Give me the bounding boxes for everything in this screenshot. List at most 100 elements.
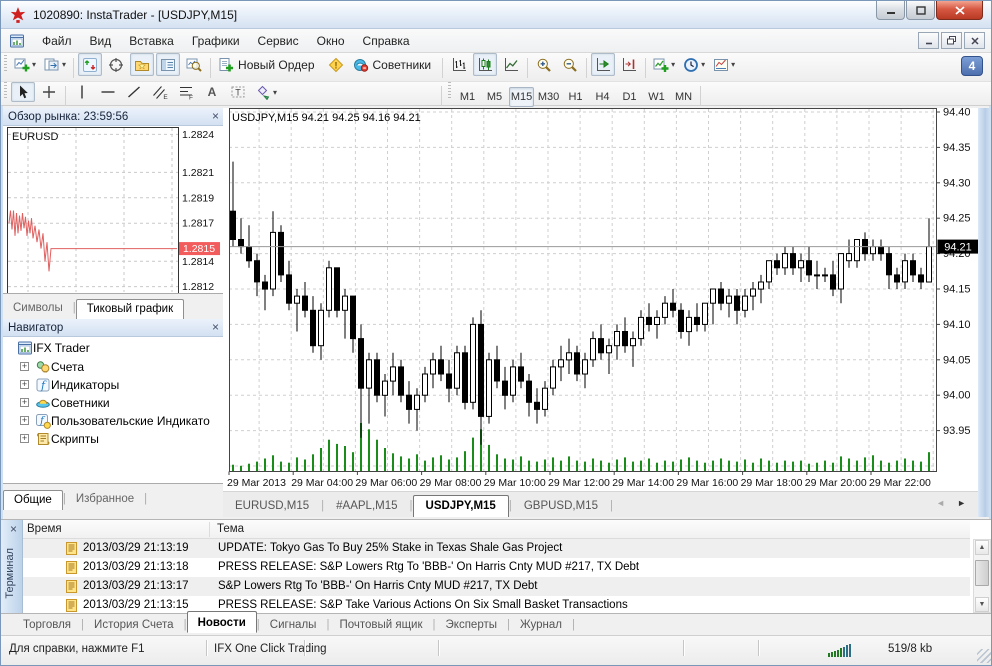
dropdown-icon[interactable]: ▾ bbox=[671, 60, 675, 69]
tabs-scroll-left-icon[interactable]: ◄ bbox=[936, 498, 945, 508]
dropdown-icon[interactable]: ▾ bbox=[32, 60, 36, 69]
news-row[interactable]: 2013/03/29 21:13:18PRESS RELEASE: S&P Lo… bbox=[23, 558, 970, 577]
chart-tab-#AAPL,M15[interactable]: #AAPL,M15 bbox=[324, 496, 409, 517]
bar-chart-button[interactable] bbox=[447, 53, 471, 76]
timeframe-M1[interactable]: M1 bbox=[455, 87, 480, 107]
chart-tab-EURUSD,M15[interactable]: EURUSD,M15 bbox=[223, 496, 321, 517]
tree-item-Индикаторы[interactable]: +fИндикаторы bbox=[20, 376, 223, 393]
chart-tab-GBPUSD,M15[interactable]: GBPUSD,M15 bbox=[512, 496, 610, 517]
navigator-toggle[interactable] bbox=[130, 53, 154, 76]
new-order-button[interactable]: Новый Ордер bbox=[215, 53, 321, 76]
notifications-badge[interactable]: 4 bbox=[961, 56, 983, 76]
minimize-button[interactable] bbox=[876, 1, 905, 20]
tree-item-Счета[interactable]: +Счета bbox=[20, 358, 223, 375]
tab-Символы[interactable]: Символы bbox=[3, 299, 73, 318]
timeframe-H1[interactable]: H1 bbox=[563, 87, 588, 107]
timeframe-D1[interactable]: D1 bbox=[617, 87, 642, 107]
menu-Сервис[interactable]: Сервис bbox=[249, 31, 308, 51]
expand-icon[interactable]: + bbox=[20, 434, 29, 443]
vertical-line-tool[interactable] bbox=[70, 82, 94, 102]
horizontal-line-tool[interactable] bbox=[96, 82, 120, 102]
scrollbar-thumb[interactable] bbox=[975, 560, 989, 586]
maximize-button[interactable] bbox=[906, 1, 935, 20]
periods-button[interactable]: ▾ bbox=[680, 53, 708, 76]
zoom-out-button[interactable] bbox=[558, 53, 582, 76]
menu-Файл[interactable]: Файл bbox=[33, 31, 81, 51]
terminal-tab-Сигналы[interactable]: Сигналы bbox=[260, 616, 327, 634]
cursor-tool[interactable] bbox=[11, 82, 35, 102]
chart-tab-USDJPY,M15[interactable]: USDJPY,M15 bbox=[413, 495, 509, 517]
crosshair-tool[interactable] bbox=[37, 82, 61, 102]
timeframe-M15[interactable]: M15 bbox=[509, 87, 534, 107]
expand-icon[interactable]: + bbox=[20, 380, 29, 389]
alerts-button[interactable]: ! bbox=[324, 53, 348, 76]
mdi-restore-button[interactable] bbox=[941, 32, 962, 49]
column-topic[interactable]: Тема bbox=[217, 523, 244, 535]
fibonacci-tool[interactable]: F bbox=[174, 82, 198, 102]
auto-scroll-toggle[interactable] bbox=[591, 53, 615, 76]
trendline-tool[interactable] bbox=[122, 82, 146, 102]
tree-item-Пользовательские Индикато[interactable]: +fПользовательские Индикато bbox=[20, 412, 223, 429]
terminal-close-icon[interactable]: × bbox=[10, 522, 17, 536]
candlestick-chart-button[interactable] bbox=[473, 53, 497, 76]
mdi-minimize-button[interactable] bbox=[918, 32, 939, 49]
navigator-close-icon[interactable]: × bbox=[212, 320, 219, 334]
terminal-tab-Почтовый ящик[interactable]: Почтовый ящик bbox=[329, 616, 432, 634]
terminal-tab-Торговля[interactable]: Торговля bbox=[13, 616, 81, 634]
tree-item-Скрипты[interactable]: +Скрипты bbox=[20, 430, 223, 447]
tab-Общие[interactable]: Общие bbox=[3, 490, 63, 510]
tab-Избранное[interactable]: Избранное bbox=[66, 490, 144, 509]
menu-Графики[interactable]: Графики bbox=[183, 31, 249, 51]
data-window-button[interactable] bbox=[104, 53, 128, 76]
dropdown-icon[interactable]: ▾ bbox=[273, 88, 277, 97]
market-watch-close-icon[interactable]: × bbox=[212, 109, 219, 123]
new-chart-button[interactable]: ▾ bbox=[11, 53, 39, 76]
expand-icon[interactable]: + bbox=[20, 362, 29, 371]
tab-Тиковый график[interactable]: Тиковый график bbox=[76, 299, 184, 319]
timeframe-M5[interactable]: M5 bbox=[482, 87, 507, 107]
tabs-scroll-right-icon[interactable]: ► bbox=[957, 498, 966, 508]
market-watch-toggle[interactable] bbox=[78, 53, 102, 76]
menu-Справка[interactable]: Справка bbox=[354, 31, 419, 51]
timeframe-H4[interactable]: H4 bbox=[590, 87, 615, 107]
close-button[interactable] bbox=[936, 1, 983, 20]
tree-item-Советники[interactable]: +Советники bbox=[20, 394, 223, 411]
dropdown-icon[interactable]: ▾ bbox=[62, 60, 66, 69]
shapes-tool[interactable]: ▾ bbox=[252, 82, 280, 102]
column-time[interactable]: Время bbox=[27, 523, 62, 535]
resize-grip[interactable] bbox=[977, 649, 991, 663]
text-label-tool[interactable]: T bbox=[226, 82, 250, 102]
timeframe-W1[interactable]: W1 bbox=[644, 87, 669, 107]
news-row[interactable]: 2013/03/29 21:13:19UPDATE: Tokyo Gas To … bbox=[23, 539, 970, 558]
terminal-tab-Журнал[interactable]: Журнал bbox=[510, 616, 572, 634]
dropdown-icon[interactable]: ▾ bbox=[701, 60, 705, 69]
expand-icon[interactable]: + bbox=[20, 398, 29, 407]
terminal-tab-Эксперты[interactable]: Эксперты bbox=[436, 616, 507, 634]
scroll-up-icon[interactable]: ▲ bbox=[975, 540, 989, 555]
profiles-button[interactable]: ▾ bbox=[41, 53, 69, 76]
indicators-button[interactable]: ▾ bbox=[650, 53, 678, 76]
tick-chart[interactable]: 1.28241.28211.28191.28171.28141.28121.28… bbox=[7, 127, 221, 295]
templates-button[interactable]: ▾ bbox=[710, 53, 738, 76]
timeframe-MN[interactable]: MN bbox=[671, 87, 696, 107]
news-row[interactable]: 2013/03/29 21:13:17S&P Lowers Rtg To 'BB… bbox=[23, 577, 970, 596]
candlestick-chart[interactable]: 94.4094.3594.3094.2594.2094.1594.1094.05… bbox=[223, 108, 978, 491]
strategy-tester-button[interactable] bbox=[182, 53, 206, 76]
menu-Вид[interactable]: Вид bbox=[81, 31, 121, 51]
terminal-toggle[interactable] bbox=[156, 53, 180, 76]
terminal-tab-Новости[interactable]: Новости bbox=[187, 611, 257, 633]
timeframe-M30[interactable]: M30 bbox=[536, 87, 561, 107]
zoom-in-button[interactable] bbox=[532, 53, 556, 76]
menu-Вставка[interactable]: Вставка bbox=[120, 31, 183, 51]
scroll-down-icon[interactable]: ▼ bbox=[975, 597, 989, 612]
equidistant-channel-tool[interactable]: E bbox=[148, 82, 172, 102]
tree-root[interactable]: IFX Trader bbox=[17, 339, 90, 356]
expand-icon[interactable]: + bbox=[20, 416, 29, 425]
advisors-button[interactable]: Советники bbox=[350, 53, 439, 76]
menu-Окно[interactable]: Окно bbox=[308, 31, 354, 51]
line-chart-button[interactable] bbox=[499, 53, 523, 76]
text-tool[interactable]: A bbox=[200, 82, 224, 102]
chart-shift-button[interactable] bbox=[617, 53, 641, 76]
terminal-tab-История Счета[interactable]: История Счета bbox=[84, 616, 184, 634]
mdi-close-button[interactable] bbox=[964, 32, 985, 49]
